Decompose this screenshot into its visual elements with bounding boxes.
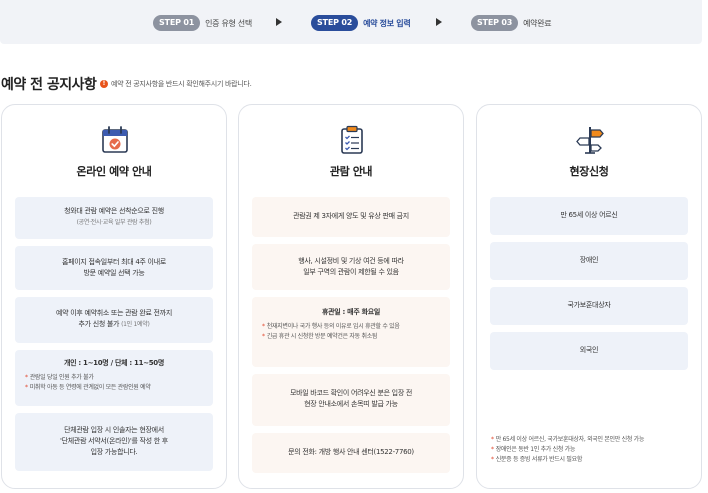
calendar-check-icon [102, 126, 128, 153]
step-arrow-icon [276, 18, 282, 26]
signpost-icon [576, 127, 604, 154]
step-1-badge: STEP 01 [153, 15, 201, 31]
step-arrow-icon [436, 18, 442, 26]
info-box: 예약 이후 예약취소 또는 관람 완료 전까지 추가 신청 불가 (1인 1예약… [15, 297, 213, 343]
info-text: 입장 가능합니다. [90, 448, 138, 456]
info-box: 개인 : 1~10명 / 단체 : 11~50명 * 관람일 당일 인원 추가 불… [15, 350, 213, 406]
info-box: 외국인 [490, 332, 688, 370]
info-box: 청와대 관람 예약은 선착순으로 진행 (공연·전시·교육 일부 관람 추첨) [15, 197, 213, 239]
info-text: 방문 예약일 선택 가능 [83, 269, 145, 277]
note-item: * 미취학 아동 등 연령에 관계없이 모든 관람인원 예약 [25, 384, 151, 391]
note-item: * 관람일 당일 인원 추가 불가 [25, 374, 94, 381]
info-text: 추가 신청 불가 [78, 320, 120, 328]
note-item: * 만 65세 이상 어르신, 국가보훈대상자, 외국인 본인만 신청 가능 [491, 436, 645, 443]
info-box: 모바일 바코드 확인이 어려우신 분은 입장 전 현장 안내소에서 손목띠 발급… [252, 374, 450, 426]
info-text: 단체관람 입장 시 인솔자는 현장에서 [64, 426, 164, 434]
info-text: 행사, 시설정비 및 기상 여건 등에 따라 [298, 257, 404, 265]
info-box: 장애인 [490, 242, 688, 280]
info-box: 만 65세 이상 어르신 [490, 197, 688, 235]
notice-text: 예약 전 공지사항을 반드시 확인해주시기 바랍니다. [111, 80, 252, 88]
step-progress-bar: STEP 01 인증 유형 선택 STEP 02 예약 정보 입력 STEP 0… [0, 0, 702, 44]
info-text: 홈페이지 접속일부터 최대 4주 이내로 [62, 258, 166, 266]
step-2: STEP 02 예약 정보 입력 [311, 15, 411, 31]
step-1-label: 인증 유형 선택 [205, 18, 252, 28]
step-1: STEP 01 인증 유형 선택 [153, 15, 252, 31]
info-subtext: (공연·전시·교육 일부 관람 추첨) [76, 219, 152, 226]
card-onsite-application: 현장신청 만 65세 이상 어르신 장애인 국가보훈대상자 외국인 * 만 65세… [476, 104, 702, 489]
card-title: 관람 안내 [329, 165, 373, 178]
step-3-label: 예약완료 [523, 18, 552, 28]
page-title: 예약 전 공지사항 [1, 77, 97, 93]
info-box: 국가보훈대상자 [490, 287, 688, 325]
info-text: 만 65세 이상 어르신 [560, 211, 618, 219]
card-title: 온라인 예약 안내 [76, 165, 152, 178]
info-text: 국가보훈대상자 [567, 301, 611, 309]
info-text: 일부 구역의 관람이 제한될 수 있음 [303, 268, 399, 276]
info-box: 휴관일 : 매주 화요일 * 천재지변이나 국가 행사 등의 이유로 임시 휴관할… [252, 297, 450, 367]
info-text: 예약 이후 예약취소 또는 관람 완료 전까지 [56, 309, 172, 317]
info-box: 관람권 제 3자에게 양도 및 유상 판매 금지 [252, 197, 450, 237]
card-visit-info: 관람 안내 관람권 제 3자에게 양도 및 유상 판매 금지 행사, 시설정비 … [238, 104, 464, 489]
info-box: 홈페이지 접속일부터 최대 4주 이내로 방문 예약일 선택 가능 [15, 246, 213, 290]
info-text: 모바일 바코드 확인이 어려우신 분은 입장 전 [289, 389, 413, 397]
info-text: '단체관람 서약서(온라인)'를 작성 한 후 [60, 437, 168, 445]
card-title: 현장신청 [569, 165, 609, 178]
info-heading: 개인 : 1~10명 / 단체 : 11~50명 [63, 359, 165, 367]
info-box: 문의 전화: 개방 행사 안내 센터(1522-7760) [252, 433, 450, 473]
note-item: * 천재지변이나 국가 행사 등의 이유로 임시 휴관할 수 있음 [262, 323, 400, 330]
info-text: 문의 전화: 개방 행사 안내 센터(1522-7760) [288, 448, 414, 456]
clipboard-check-icon [341, 125, 363, 154]
note-item: * 장애인은 동반 1인 추가 신청 가능 [491, 446, 576, 453]
exclamation-icon: ! [100, 80, 108, 88]
info-box: 행사, 시설정비 및 기상 여건 등에 따라 일부 구역의 관람이 제한될 수 … [252, 244, 450, 290]
step-3-badge: STEP 03 [471, 15, 519, 31]
step-3: STEP 03 예약완료 [471, 15, 552, 31]
step-2-badge: STEP 02 [311, 15, 359, 31]
notice: ! 예약 전 공지사항을 반드시 확인해주시기 바랍니다. [100, 79, 252, 89]
info-text: 현장 안내소에서 손목띠 발급 가능 [304, 400, 398, 408]
footnotes: * 만 65세 이상 어르신, 국가보훈대상자, 외국인 본인만 신청 가능 * 장… [491, 435, 644, 465]
step-2-label: 예약 정보 입력 [363, 18, 411, 28]
info-subtext: (1인 1예약) [121, 321, 150, 328]
info-text: 장애인 [579, 256, 599, 264]
info-text: 외국인 [579, 346, 599, 354]
info-box: 단체관람 입장 시 인솔자는 현장에서 '단체관람 서약서(온라인)'를 작성 … [15, 413, 213, 471]
info-text: 관람권 제 3자에게 양도 및 유상 판매 금지 [293, 212, 409, 220]
card-online-reservation: 온라인 예약 안내 청와대 관람 예약은 선착순으로 진행 (공연·전시·교육 … [1, 104, 227, 489]
info-heading: 휴관일 : 매주 화요일 [321, 308, 381, 316]
note-item: * 긴급 휴관 시 신청한 방문 예약건은 자동 취소됨 [262, 333, 378, 340]
info-text: 청와대 관람 예약은 선착순으로 진행 [64, 207, 164, 215]
note-item: * 신분증 등 증빙 서류가 반드시 필요함 [491, 456, 583, 463]
